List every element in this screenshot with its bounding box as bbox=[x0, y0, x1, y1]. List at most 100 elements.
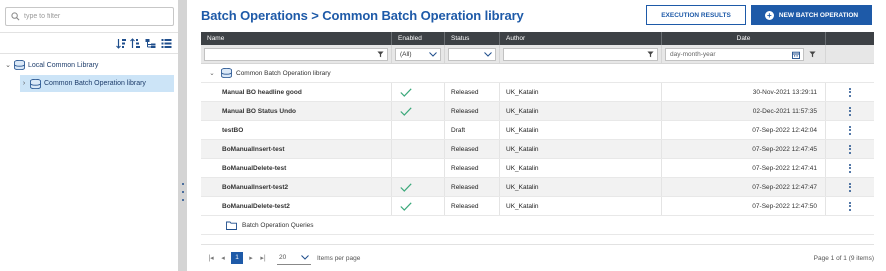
filter-icon[interactable] bbox=[377, 51, 384, 58]
name-filter-input[interactable] bbox=[204, 48, 388, 61]
cell-author: UK_Katalin bbox=[500, 121, 662, 139]
more-vert-icon[interactable] bbox=[849, 144, 851, 154]
table-row[interactable]: Manual BO headline good Released UK_Katali… bbox=[201, 83, 874, 102]
more-vert-icon[interactable] bbox=[849, 182, 851, 192]
items-per-page-label: Items per page bbox=[317, 254, 361, 262]
column-header-name[interactable]: Name bbox=[201, 32, 392, 45]
drag-handle-icon[interactable] bbox=[181, 183, 184, 201]
column-header-author[interactable]: Author bbox=[500, 32, 662, 45]
cell-date: 02-Dec-2021 11:57:35 bbox=[662, 102, 826, 120]
library-icon bbox=[30, 78, 41, 89]
cell-enabled bbox=[392, 178, 445, 196]
pagination-bar: |◂ ◂ 1 ▸ ▸| 20 Items per page Page 1 of … bbox=[201, 244, 874, 271]
more-vert-icon[interactable] bbox=[849, 201, 851, 211]
cell-status: Released bbox=[445, 83, 500, 101]
cell-date: 07-Sep-2022 12:42:04 bbox=[662, 121, 826, 139]
first-page-icon[interactable]: |◂ bbox=[205, 254, 217, 262]
new-batch-operation-button[interactable]: + NEW BATCH OPERATION bbox=[751, 5, 872, 25]
library-tree-panel: ⌄ Local Common Library › Common Batch Op… bbox=[0, 0, 178, 271]
more-vert-icon[interactable] bbox=[849, 106, 851, 116]
chevron-down-icon[interactable]: ⌄ bbox=[205, 69, 219, 77]
more-vert-icon[interactable] bbox=[849, 87, 851, 97]
row-menu-button[interactable] bbox=[826, 83, 874, 101]
panel-splitter[interactable] bbox=[178, 0, 187, 271]
column-header-actions bbox=[826, 32, 874, 45]
cell-name: testBO bbox=[201, 121, 392, 139]
table-row[interactable]: testBO Draft UK_Katalin 07-Sep-2022 12:42:0… bbox=[201, 121, 874, 140]
table-row[interactable]: BoManualDelete-test2 Released UK_Katalin 07… bbox=[201, 197, 874, 216]
column-header-status[interactable]: Status bbox=[445, 32, 500, 45]
cell-enabled bbox=[392, 159, 445, 177]
row-menu-button[interactable] bbox=[826, 197, 874, 215]
tree-item-label: Common Batch Operation library bbox=[44, 80, 146, 87]
cell-name: Manual BO Status Undo bbox=[201, 102, 392, 120]
page-size-select[interactable]: 20 bbox=[277, 252, 311, 265]
row-menu-button[interactable] bbox=[826, 159, 874, 177]
sort-desc-icon[interactable] bbox=[130, 38, 141, 49]
chevron-right-icon[interactable]: › bbox=[20, 80, 28, 87]
cell-date: 30-Nov-2021 13:29:11 bbox=[662, 83, 826, 101]
group-row[interactable]: ⌄ Common Batch Operation library bbox=[201, 64, 874, 83]
more-vert-icon[interactable] bbox=[849, 125, 851, 135]
check-icon bbox=[400, 87, 412, 97]
table-row[interactable]: BoManualInsert-test2 Released UK_Katalin 07… bbox=[201, 178, 874, 197]
cell-status: Released bbox=[445, 159, 500, 177]
cell-name: Manual BO headline good bbox=[201, 83, 392, 101]
table-row[interactable]: BoManualInsert-test Released UK_Katalin 07-… bbox=[201, 140, 874, 159]
cell-name: BoManualInsert-test bbox=[201, 140, 392, 158]
cell-enabled bbox=[392, 102, 445, 120]
tree-item-local-common-library[interactable]: ⌄ Local Common Library bbox=[4, 57, 174, 73]
execution-results-button[interactable]: EXECUTION RESULTS bbox=[646, 5, 746, 25]
tree-item-label: Local Common Library bbox=[28, 61, 99, 69]
cell-enabled bbox=[392, 121, 445, 139]
cell-enabled bbox=[392, 83, 445, 101]
date-filter-input[interactable]: day-month-year bbox=[665, 48, 804, 61]
cell-author: UK_Katalin bbox=[500, 159, 662, 177]
grid-header: Name Enabled Status Author Date bbox=[201, 32, 874, 45]
row-menu-button[interactable] bbox=[826, 102, 874, 120]
tree-filter-field[interactable] bbox=[5, 7, 174, 26]
queries-row[interactable]: Batch Operation Queries bbox=[201, 216, 874, 235]
prev-page-icon[interactable]: ◂ bbox=[217, 254, 229, 262]
filter-icon[interactable] bbox=[647, 51, 654, 58]
sort-asc-icon[interactable] bbox=[116, 38, 127, 49]
status-filter-select[interactable] bbox=[448, 48, 496, 61]
cell-author: UK_Katalin bbox=[500, 197, 662, 215]
group-label: Common Batch Operation library bbox=[236, 69, 331, 77]
cell-name: BoManualInsert-test2 bbox=[201, 178, 392, 196]
row-menu-button[interactable] bbox=[826, 178, 874, 196]
batch-operations-grid: Name Enabled Status Author Date (All) da… bbox=[201, 32, 874, 235]
list-view-icon[interactable] bbox=[161, 38, 172, 49]
queries-label: Batch Operation Queries bbox=[242, 221, 314, 229]
cell-date: 07-Sep-2022 12:47:50 bbox=[662, 197, 826, 215]
cell-date: 07-Sep-2022 12:47:41 bbox=[662, 159, 826, 177]
new-batch-operation-label: NEW BATCH OPERATION bbox=[778, 11, 859, 19]
check-icon bbox=[400, 106, 412, 116]
author-filter-input[interactable] bbox=[503, 48, 658, 61]
tree-view-icon[interactable] bbox=[145, 38, 156, 49]
page-button-current[interactable]: 1 bbox=[231, 252, 243, 264]
column-header-date[interactable]: Date bbox=[662, 32, 826, 45]
check-icon bbox=[400, 182, 412, 192]
next-page-icon[interactable]: ▸ bbox=[245, 254, 257, 262]
cell-enabled bbox=[392, 140, 445, 158]
row-menu-button[interactable] bbox=[826, 121, 874, 139]
folder-icon bbox=[226, 221, 237, 230]
enabled-filter-select[interactable]: (All) bbox=[395, 48, 441, 61]
more-vert-icon[interactable] bbox=[849, 163, 851, 173]
cell-status: Released bbox=[445, 102, 500, 120]
filter-icon[interactable] bbox=[809, 51, 816, 58]
chevron-down-icon[interactable]: ⌄ bbox=[4, 61, 12, 69]
calendar-icon[interactable] bbox=[792, 51, 800, 59]
row-menu-button[interactable] bbox=[826, 140, 874, 158]
cell-author: UK_Katalin bbox=[500, 140, 662, 158]
page-info: Page 1 of 1 (9 items) bbox=[813, 254, 874, 262]
chevron-down-icon bbox=[301, 255, 309, 260]
column-header-enabled[interactable]: Enabled bbox=[392, 32, 445, 45]
cell-status: Released bbox=[445, 197, 500, 215]
table-row[interactable]: Manual BO Status Undo Released UK_Katalin 0… bbox=[201, 102, 874, 121]
tree-item-common-batch-operation-library[interactable]: › Common Batch Operation library bbox=[20, 75, 174, 92]
last-page-icon[interactable]: ▸| bbox=[257, 254, 269, 262]
tree-filter-input[interactable] bbox=[24, 10, 172, 23]
table-row[interactable]: BoManualDelete-test Released UK_Katalin 07-… bbox=[201, 159, 874, 178]
